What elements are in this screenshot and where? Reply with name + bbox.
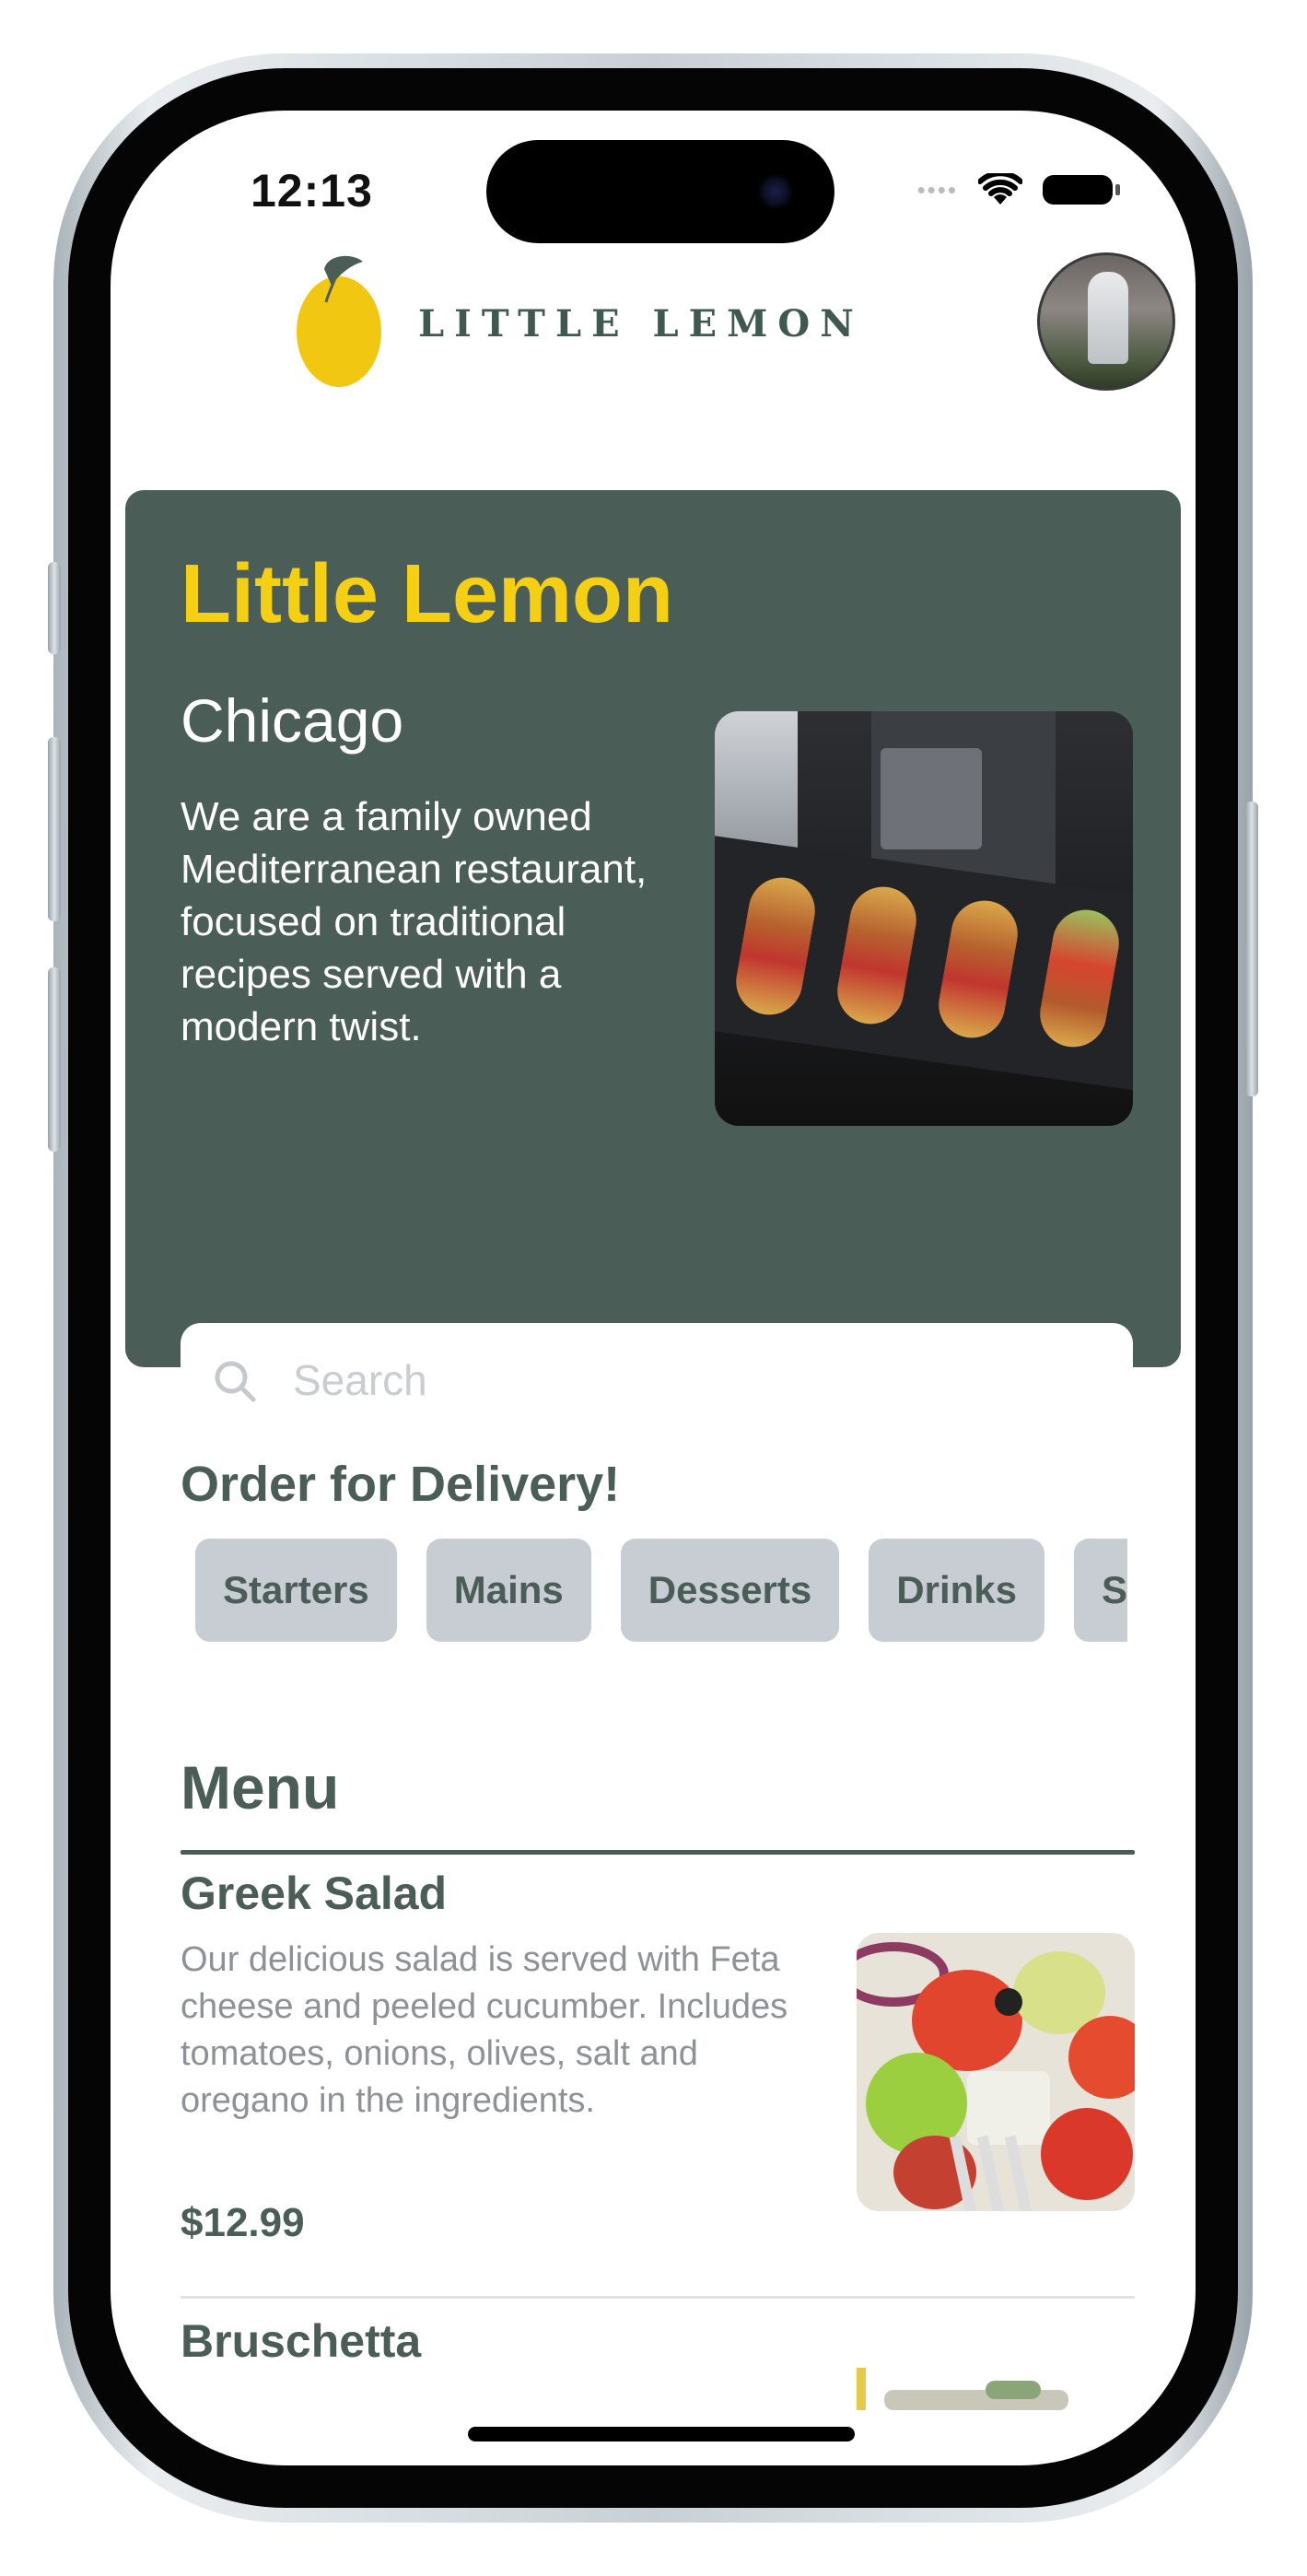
delivery-title: Order for Delivery! [181,1457,621,1512]
avatar-photo [1088,272,1128,364]
menu-item-divider [181,2296,1135,2299]
menu-item-description: Our delicious salad is served with Feta … [181,1940,788,2120]
home-indicator[interactable] [468,2427,855,2441]
chip-starters[interactable]: Starters [195,1539,397,1642]
battery-icon [1043,175,1120,205]
status-time: 12:13 [251,165,373,217]
search-icon [215,1361,256,1402]
chip-desserts[interactable]: Desserts [620,1539,840,1642]
category-chips[interactable]: Starters Mains Desserts Drinks Specials [195,1539,1127,1644]
volume-up-button [48,737,61,921]
chip-specials[interactable]: Specials [1073,1539,1127,1642]
dynamic-island [486,140,834,243]
menu-item-name[interactable]: Bruschetta [181,2314,421,2368]
hero-banner: Little Lemon Chicago We are a family own… [125,490,1181,1437]
volume-down-button [48,967,61,1152]
search-input[interactable] [291,1323,1102,1437]
power-button [1245,802,1258,1096]
cellular-signal-icon: •••• [916,175,958,204]
hero-title: Little Lemon [181,548,673,640]
hero-description: We are a family owned Mediterranean rest… [181,794,648,1049]
hero-city: Chicago [181,686,404,755]
greek-salad-image[interactable] [857,1933,1135,2211]
menu-item-price: $12.99 [181,2200,305,2245]
chip-drinks[interactable]: Drinks [869,1539,1044,1642]
menu-divider [181,1850,1135,1855]
bruschetta-image[interactable] [857,2368,1135,2410]
app-screen: 12:13 •••• LITTLE LEMON Little Lemon Chi… [111,111,1196,2465]
logo-text: LITTLE LEMON [418,302,864,345]
search-bar[interactable] [181,1323,1133,1437]
profile-avatar[interactable] [1037,252,1175,391]
hero-image [715,711,1133,1126]
action-button [48,562,61,654]
menu-item-name[interactable]: Greek Salad [181,1867,447,1920]
wifi-icon [978,173,1022,205]
chip-mains[interactable]: Mains [426,1539,591,1642]
camera-icon [757,173,794,210]
menu-title: Menu [181,1753,340,1821]
lemon-icon [297,255,381,387]
status-indicators: •••• [916,171,1120,208]
